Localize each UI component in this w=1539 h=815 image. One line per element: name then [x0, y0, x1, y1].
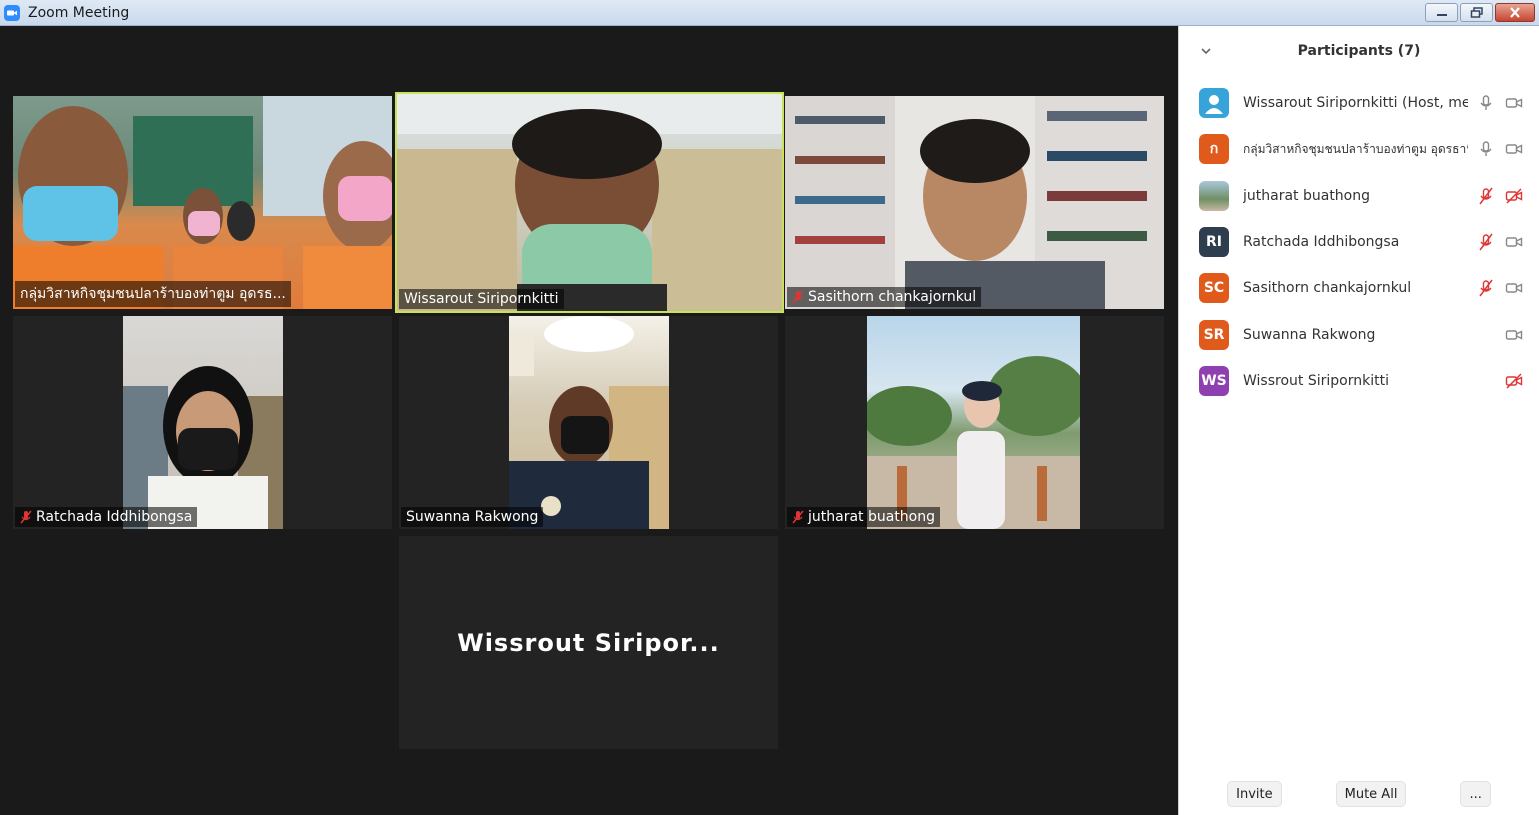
window-title: Zoom Meeting — [28, 4, 130, 21]
muted-microphone-icon[interactable] — [1477, 187, 1495, 205]
participant-row[interactable]: jutharat buathong — [1179, 173, 1539, 219]
participant-name-label: jutharat buathong — [787, 507, 941, 527]
participant-name: Suwanna Rakwong — [406, 509, 539, 525]
video-tile-3[interactable]: Sasithorn chankajornkul — [785, 96, 1164, 309]
avatar: ก — [1199, 134, 1229, 165]
participant-video — [509, 316, 669, 529]
close-icon — [1510, 7, 1520, 18]
restore-button[interactable] — [1460, 3, 1493, 22]
participant-name-label: Sasithorn chankajornkul — [787, 287, 982, 307]
video-gallery: กลุ่มวิสาหกิจชุมชนปลาร้าบองท่าตูม อุดรธ.… — [0, 26, 1178, 815]
avatar: SR — [1199, 319, 1229, 350]
video-camera-icon[interactable] — [1505, 233, 1523, 251]
video-tile-4[interactable]: Ratchada Iddhibongsa — [13, 316, 392, 529]
participant-row[interactable]: WS Wissrout Siripornkitti — [1179, 358, 1539, 404]
video-camera-icon[interactable] — [1505, 326, 1523, 344]
participant-video — [785, 96, 1164, 309]
minimize-button[interactable] — [1425, 3, 1458, 22]
participant-name: Sasithorn chankajornkul — [808, 289, 977, 305]
muted-mic-icon — [20, 510, 32, 524]
video-camera-icon[interactable] — [1505, 279, 1523, 297]
participant-row[interactable]: Wissarout Siripornkitti (Host, me) — [1179, 80, 1539, 126]
minimize-icon — [1436, 13, 1447, 16]
participant-name: Ratchada Iddhibongsa — [36, 509, 193, 525]
invite-button[interactable]: Invite — [1227, 781, 1282, 807]
video-camera-icon[interactable] — [1505, 94, 1523, 112]
video-tile-2-active-speaker[interactable]: Wissarout Siripornkitti — [395, 92, 784, 313]
participant-row[interactable]: SR Suwanna Rakwong — [1179, 311, 1539, 357]
participants-panel: Participants (7) Wissarout Siripornkitti… — [1178, 26, 1539, 815]
participant-name-label: กลุ่มวิสาหกิจชุมชนปลาร้าบองท่าตูม อุดรธ.… — [15, 281, 291, 307]
avatar-photo — [1199, 180, 1229, 211]
video-camera-icon[interactable] — [1505, 140, 1523, 158]
participant-name: กลุ่มวิสาหกิจชุมชนปลาร้าบองท่าตูม อุดรธา… — [1243, 141, 1468, 156]
muted-microphone-icon[interactable] — [1477, 233, 1495, 251]
participant-video — [397, 94, 782, 311]
avatar: SC — [1199, 273, 1229, 304]
participant-list: Wissarout Siripornkitti (Host, me) ก กลุ… — [1179, 80, 1539, 404]
participant-row[interactable]: SC Sasithorn chankajornkul — [1179, 265, 1539, 311]
video-tile-5[interactable]: Suwanna Rakwong — [399, 316, 778, 529]
collapse-chevron-icon[interactable] — [1199, 44, 1213, 58]
participant-name: Sasithorn chankajornkul — [1243, 280, 1412, 297]
participant-video — [13, 96, 392, 309]
participant-name: Wissrout Siripornkitti — [1243, 372, 1389, 389]
participant-name: กลุ่มวิสาหกิจชุมชนปลาร้าบองท่าตูม อุดรธ.… — [20, 286, 286, 302]
video-off-icon[interactable] — [1505, 187, 1523, 205]
avatar: RI — [1199, 227, 1229, 258]
restore-icon — [1470, 7, 1483, 18]
title-bar: Zoom Meeting — [0, 0, 1539, 26]
participant-row[interactable]: ก กลุ่มวิสาหกิจชุมชนปลาร้าบองท่าตูม อุดร… — [1179, 126, 1539, 172]
video-tile-6[interactable]: jutharat buathong — [785, 316, 1164, 529]
participant-display-name: Wissrout Siripor... — [457, 628, 720, 657]
participant-name: Suwanna Rakwong — [1243, 326, 1376, 343]
participant-name-label: Wissarout Siripornkitti — [399, 289, 564, 309]
participant-name: jutharat buathong — [1243, 187, 1371, 204]
close-button[interactable] — [1495, 3, 1535, 22]
muted-mic-icon — [792, 290, 804, 304]
participant-name: Ratchada Iddhibongsa — [1243, 234, 1400, 251]
participant-name-label: Suwanna Rakwong — [401, 507, 544, 527]
more-options-button[interactable]: ... — [1460, 781, 1491, 807]
participant-video — [867, 316, 1080, 529]
video-tile-7-no-video[interactable]: Wissrout Siripor... — [399, 536, 778, 749]
avatar: WS — [1199, 365, 1229, 396]
microphone-icon[interactable] — [1477, 140, 1495, 158]
participant-name: Wissarout Siripornkitti — [404, 291, 559, 307]
participants-title: Participants (7) — [1297, 43, 1421, 59]
video-off-icon[interactable] — [1505, 372, 1523, 390]
muted-mic-icon — [792, 510, 804, 524]
microphone-icon[interactable] — [1477, 94, 1495, 112]
video-tile-1[interactable]: กลุ่มวิสาหกิจชุมชนปลาร้าบองท่าตูม อุดรธ.… — [13, 96, 392, 309]
participant-name-label: Ratchada Iddhibongsa — [15, 507, 198, 527]
participant-name: jutharat buathong — [808, 509, 936, 525]
person-icon — [1199, 88, 1229, 119]
participants-header: Participants (7) — [1179, 26, 1539, 76]
participant-video — [123, 316, 283, 529]
participant-name: Wissarout Siripornkitti (Host, me) — [1243, 95, 1468, 112]
participant-row[interactable]: RI Ratchada Iddhibongsa — [1179, 219, 1539, 265]
mute-all-button[interactable]: Mute All — [1335, 781, 1407, 807]
participants-footer: Invite Mute All ... — [1179, 781, 1539, 807]
zoom-app-icon — [4, 4, 20, 21]
muted-microphone-icon[interactable] — [1477, 279, 1495, 297]
